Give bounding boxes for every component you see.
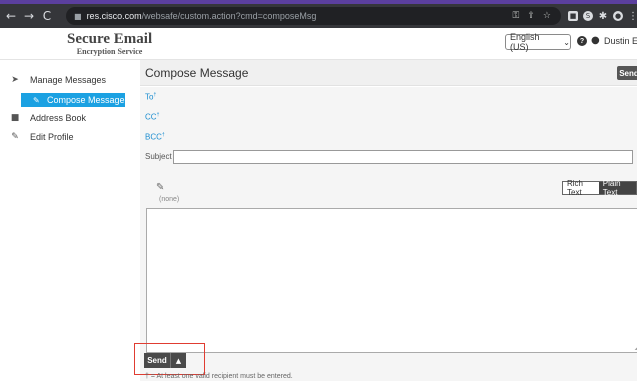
brand-logo: Secure Email Encryption Service <box>67 31 152 56</box>
page-title: Compose Message <box>145 66 249 80</box>
lock-icon: ■ <box>74 11 82 21</box>
send-button-top[interactable]: Send <box>617 66 637 80</box>
user-icon: ● <box>591 35 600 46</box>
edit-icon: ✎ <box>11 132 19 142</box>
attachments-none: (none) <box>159 196 180 203</box>
required-mark: † <box>153 92 157 98</box>
star-icon[interactable]: ☆ <box>543 11 551 21</box>
url-path: /websafe/custom.action?cmd=composeMsg <box>141 11 317 21</box>
pencil-icon: ✎ <box>33 95 40 105</box>
message-body-editor[interactable]: ◢ <box>146 208 637 353</box>
sidebar-item-label: Compose Message <box>47 95 125 105</box>
back-arrow-icon[interactable]: ← <box>4 4 18 28</box>
sidebar-item-compose-message[interactable]: ✎ Compose Message <box>21 93 125 107</box>
sidebar-item-address-book[interactable]: ■ Address Book <box>8 110 86 126</box>
compose-panel: Compose Message Send To† CC† BCC† Subjec… <box>140 60 637 381</box>
browser-menu-icon[interactable]: ⋮ <box>628 11 637 22</box>
bcc-label-text: BCC <box>145 132 162 142</box>
reload-icon[interactable]: C <box>40 4 54 28</box>
chevron-down-icon: ⌄ <box>563 37 570 47</box>
compose-titlebar: Compose Message Send <box>140 60 637 86</box>
sidebar-item-label: Edit Profile <box>30 132 74 142</box>
language-value: English (US) <box>510 32 540 52</box>
sidebar-item-label: Manage Messages <box>30 75 107 85</box>
forward-arrow-icon[interactable]: → <box>22 4 36 28</box>
format-toggle: Rich Text Plain Text <box>562 179 637 197</box>
browser-toolbar: ← → C ■ res.cisco.com/websafe/custom.act… <box>0 4 637 28</box>
key-icon[interactable]: ⚿ <box>513 11 520 21</box>
send-options-caret-icon[interactable]: ▲ <box>171 353 186 368</box>
url-domain: res.cisco.com <box>86 11 142 21</box>
language-select[interactable]: English (US) ⌄ <box>505 32 571 52</box>
sidebar: ➤ Manage Messages ✎ Compose Message ■ Ad… <box>0 60 140 381</box>
required-mark: † <box>161 132 165 138</box>
app-header: Secure Email Encryption Service English … <box>0 28 637 60</box>
arrow-icon: ➤ <box>11 75 19 85</box>
extension-icons: ■ S ✱ ● ⋮ <box>568 4 637 28</box>
sidebar-item-manage-messages[interactable]: ➤ Manage Messages <box>8 72 106 88</box>
sidebar-item-label: Address Book <box>30 113 87 123</box>
share-icon[interactable]: ⇪ <box>527 11 535 21</box>
address-bar-actions: ⚿ ⇪ ☆ <box>513 7 551 25</box>
sidebar-item-edit-profile[interactable]: ✎ Edit Profile <box>8 129 74 145</box>
cc-field[interactable]: CC† <box>140 107 637 128</box>
send-button-bottom[interactable]: Send <box>144 353 171 368</box>
attachment-paperclip-icon[interactable]: ✎ <box>156 182 164 193</box>
to-field[interactable]: To† <box>140 87 637 108</box>
compose-body-area: ✎ (none) Rich Text Plain Text ◢ <box>140 168 637 381</box>
subject-row: Subject <box>140 147 637 168</box>
extension-square-icon[interactable]: ■ <box>568 11 578 21</box>
subject-input[interactable] <box>173 150 633 164</box>
to-label[interactable]: To† <box>145 92 156 102</box>
url-text[interactable]: res.cisco.com/websafe/custom.action?cmd=… <box>87 11 317 21</box>
book-icon: ■ <box>10 113 20 123</box>
send-button-group: Send ▲ <box>144 353 186 368</box>
required-mark: † <box>156 112 160 118</box>
brand-title: Secure Email <box>67 31 153 47</box>
bcc-label[interactable]: BCC† <box>145 132 165 142</box>
rich-text-button[interactable]: Rich Text <box>563 179 599 197</box>
extension-s-icon[interactable]: S <box>583 11 593 21</box>
extensions-puzzle-icon[interactable]: ✱ <box>598 11 608 22</box>
user-name[interactable]: Dustin Elken <box>604 36 637 46</box>
brand-subtitle: Encryption Service <box>76 47 143 56</box>
address-bar[interactable]: ■ res.cisco.com/websafe/custom.action?cm… <box>66 7 561 25</box>
cc-label-text: CC <box>145 112 157 122</box>
cc-label[interactable]: CC† <box>145 112 159 122</box>
plain-text-button[interactable]: Plain Text <box>598 179 636 197</box>
recipient-footnote: † = At least one valid recipient must be… <box>145 373 293 380</box>
bcc-field[interactable]: BCC† <box>140 127 637 148</box>
help-icon[interactable]: ? <box>577 36 587 46</box>
subject-label: Subject <box>145 152 172 161</box>
profile-avatar-icon[interactable]: ● <box>613 11 623 21</box>
